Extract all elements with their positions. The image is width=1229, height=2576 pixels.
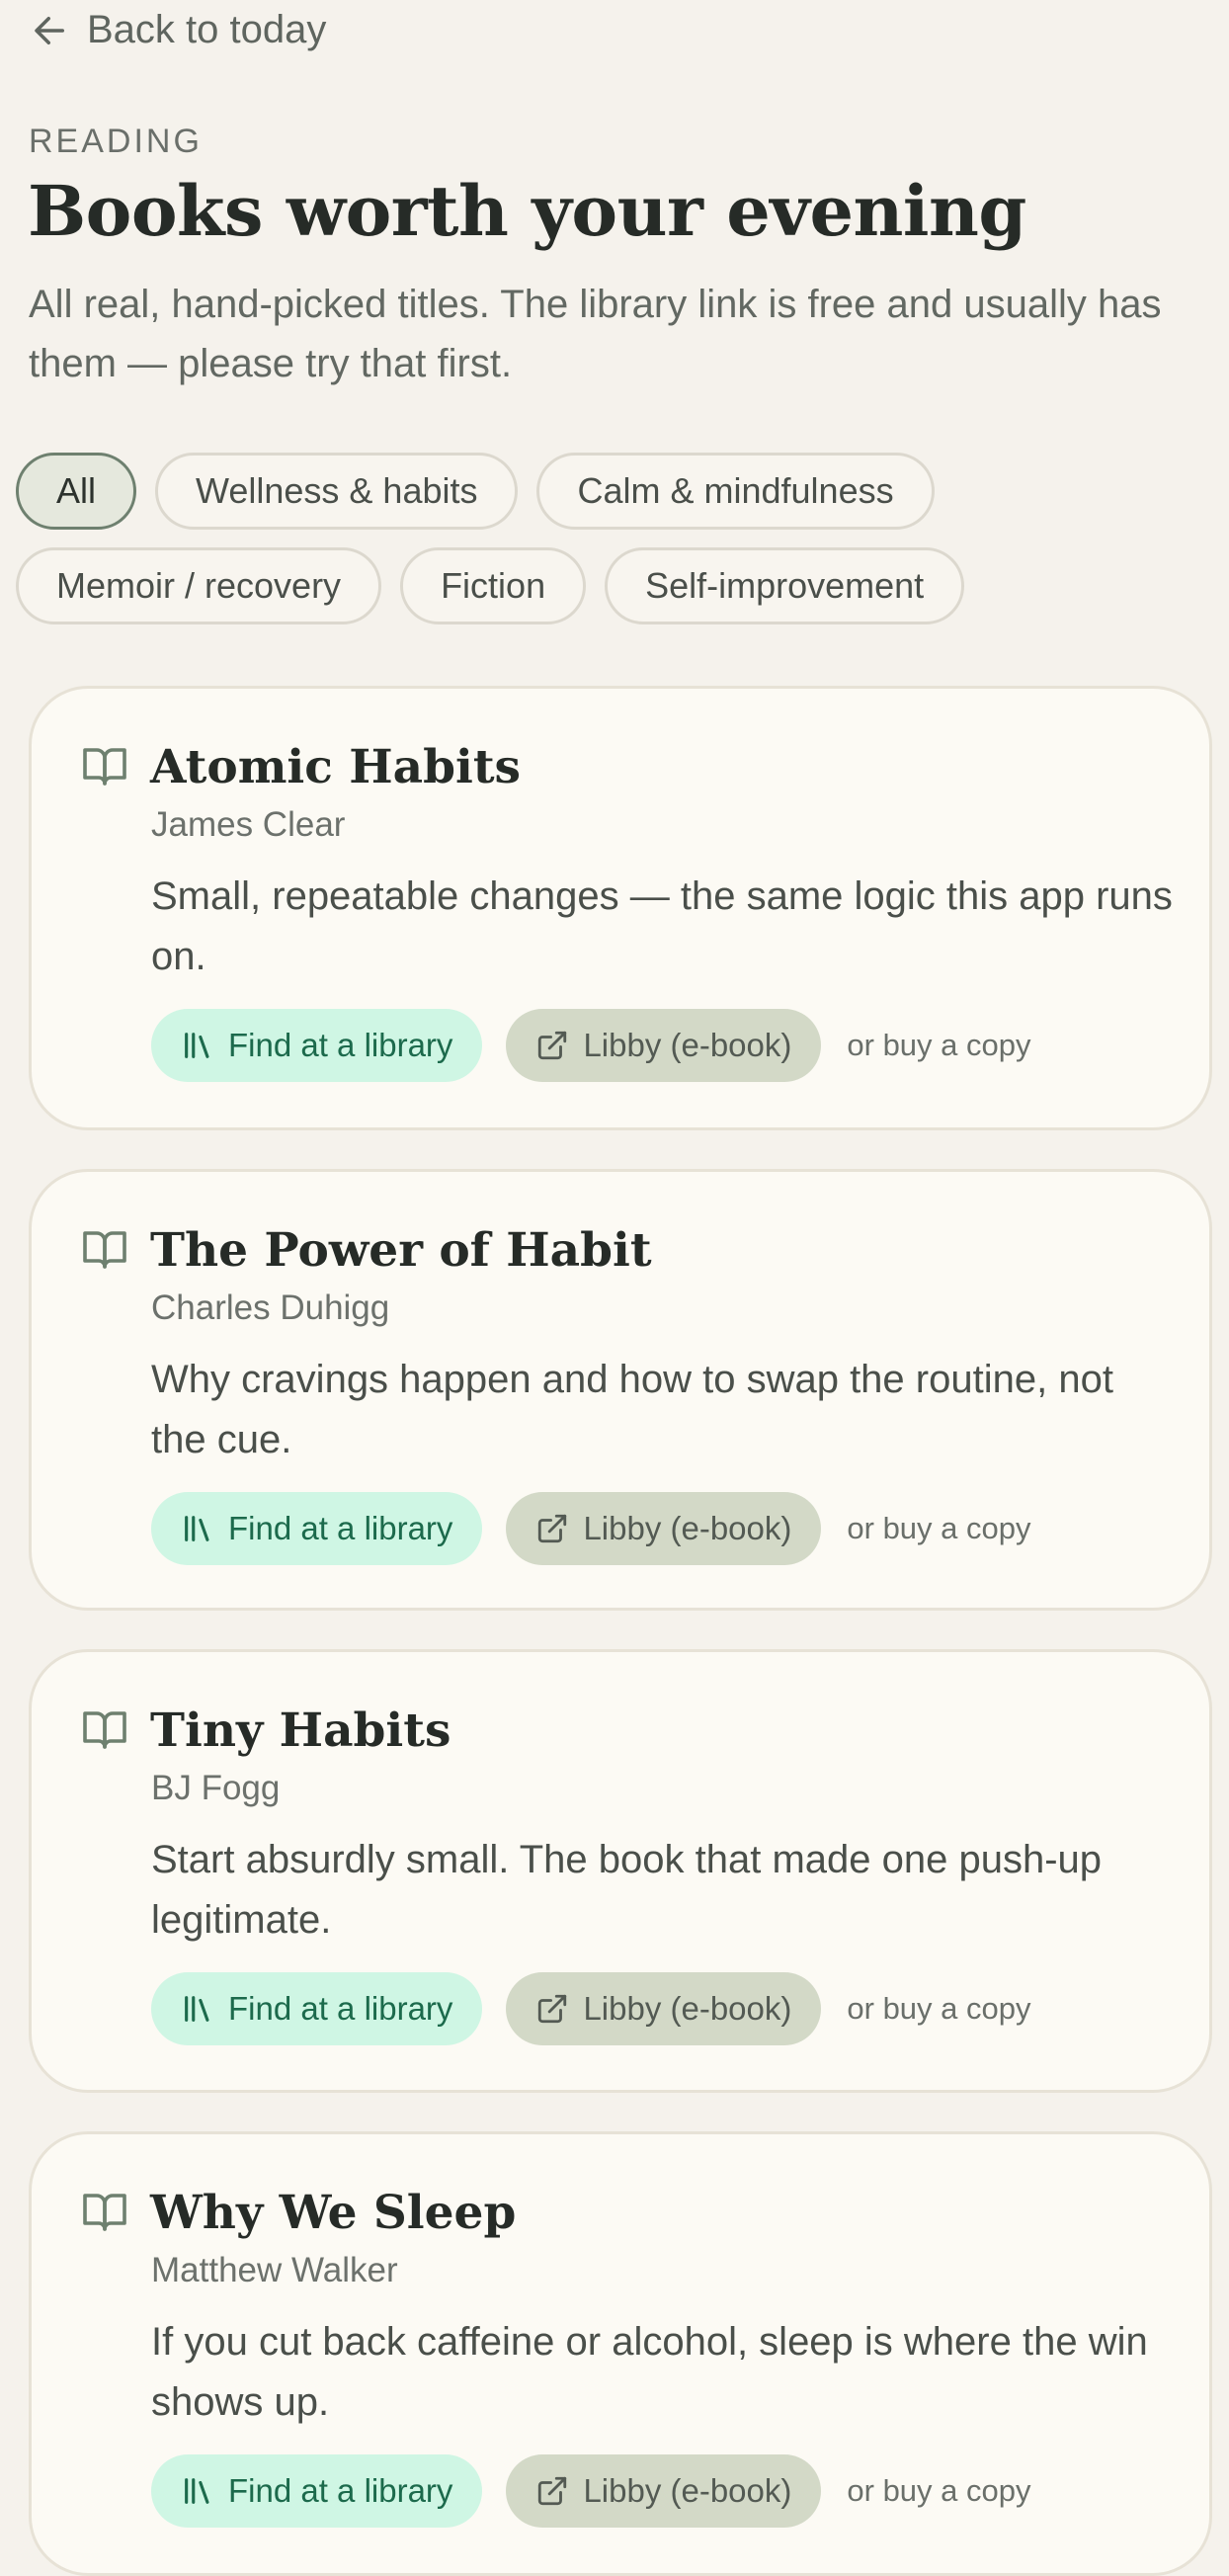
open-book-icon — [83, 1711, 126, 1749]
external-link-icon — [538, 1031, 567, 1060]
filter-chip-calm[interactable]: Calm & mindfulness — [536, 453, 935, 530]
buy-copy-link[interactable]: or buy a copy — [847, 1028, 1030, 1063]
library-shelf-icon — [185, 1033, 209, 1058]
book-actions: Find at a library Libby (e-book) or buy … — [151, 1972, 1031, 2045]
libby-label: Libby (e-book) — [583, 2472, 792, 2509]
libby-label: Libby (e-book) — [583, 1510, 792, 1546]
filter-chip-wellness[interactable]: Wellness & habits — [155, 453, 519, 530]
filter-chip-all[interactable]: All — [16, 453, 137, 530]
buy-copy-link[interactable]: or buy a copy — [847, 1511, 1030, 1546]
book-author: Matthew Walker — [151, 2251, 398, 2289]
book-card: Tiny Habits BJ Fogg Start absurdly small… — [29, 1649, 1212, 2093]
book-card: The Power of Habit Charles Duhigg Why cr… — [29, 1169, 1212, 1611]
section-eyebrow: READING — [29, 123, 203, 160]
find-library-button[interactable]: Find at a library — [151, 2454, 483, 2528]
external-link-icon — [538, 1994, 567, 2024]
find-library-label: Find at a library — [228, 1510, 453, 1546]
book-description: If you cut back caffeine or alcohol, sle… — [151, 2320, 1148, 2424]
book-author: BJ Fogg — [151, 1769, 281, 1807]
back-to-today-link[interactable]: Back to today — [30, 8, 326, 52]
back-label: Back to today — [87, 8, 327, 51]
page-subtitle: All real, hand-picked titles. The librar… — [29, 283, 1162, 385]
library-shelf-icon — [185, 1996, 209, 2022]
book-actions: Find at a library Libby (e-book) or buy … — [151, 2454, 1031, 2528]
open-book-icon — [83, 1231, 126, 1269]
filter-chip-memoir[interactable]: Memoir / recovery — [16, 547, 382, 624]
book-description: Start absurdly small. The book that made… — [151, 1838, 1103, 1942]
library-shelf-icon — [185, 1516, 209, 1541]
arrow-left-icon — [35, 16, 64, 44]
book-author: James Clear — [151, 805, 346, 844]
book-actions: Find at a library Libby (e-book) or buy … — [151, 1492, 1031, 1565]
open-book-icon — [83, 748, 126, 786]
filter-chips: All Wellness & habits Calm & mindfulness… — [16, 453, 1211, 624]
open-book-icon — [83, 2194, 126, 2231]
libby-label: Libby (e-book) — [583, 1990, 792, 2027]
filter-chip-fiction[interactable]: Fiction — [400, 547, 587, 624]
book-actions: Find at a library Libby (e-book) or buy … — [151, 1009, 1031, 1082]
find-library-button[interactable]: Find at a library — [151, 1972, 483, 2045]
libby-ebook-button[interactable]: Libby (e-book) — [506, 2454, 822, 2528]
external-link-icon — [538, 1514, 567, 1543]
find-library-label: Find at a library — [228, 2472, 453, 2509]
book-card: Why We Sleep Matthew Walker If you cut b… — [29, 2131, 1212, 2576]
book-title: The Power of Habit — [150, 1223, 652, 1278]
find-library-button[interactable]: Find at a library — [151, 1492, 483, 1565]
libby-label: Libby (e-book) — [583, 1027, 792, 1063]
book-title: Atomic Habits — [150, 740, 522, 794]
libby-ebook-button[interactable]: Libby (e-book) — [506, 1972, 822, 2045]
book-author: Charles Duhigg — [151, 1288, 390, 1327]
buy-copy-link[interactable]: or buy a copy — [847, 2473, 1030, 2509]
external-link-icon — [538, 2476, 567, 2506]
library-shelf-icon — [185, 2478, 209, 2504]
book-title: Tiny Habits — [150, 1703, 451, 1758]
libby-ebook-button[interactable]: Libby (e-book) — [506, 1492, 822, 1565]
find-library-label: Find at a library — [228, 1027, 453, 1063]
book-card: Atomic Habits James Clear Small, repeata… — [29, 686, 1212, 1130]
book-title: Why We Sleep — [150, 2186, 517, 2240]
filter-chip-self-improvement[interactable]: Self-improvement — [605, 547, 965, 624]
find-library-button[interactable]: Find at a library — [151, 1009, 483, 1082]
book-description: Small, repeatable changes — the same log… — [151, 874, 1173, 978]
book-description: Why cravings happen and how to swap the … — [151, 1358, 1113, 1461]
find-library-label: Find at a library — [228, 1990, 453, 2027]
buy-copy-link[interactable]: or buy a copy — [847, 1991, 1030, 2027]
page-title: Books worth your evening — [28, 170, 1026, 252]
libby-ebook-button[interactable]: Libby (e-book) — [506, 1009, 822, 1082]
